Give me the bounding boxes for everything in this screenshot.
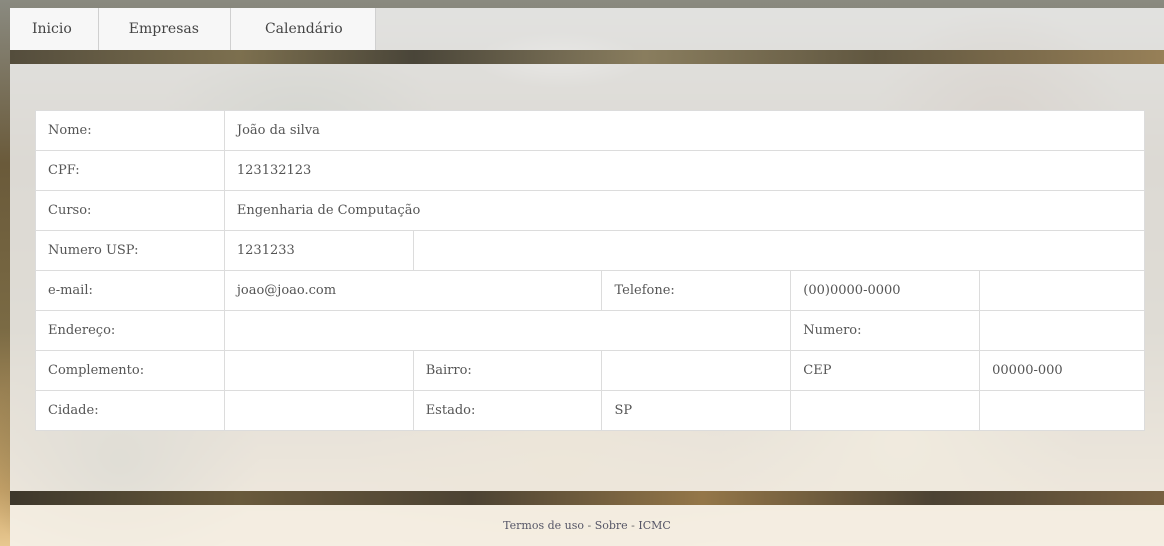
complemento-value: [223, 350, 414, 391]
table-row: Endereço: Numero:: [35, 310, 1145, 351]
bairro-label: Bairro:: [412, 350, 603, 391]
table-row: Complemento: Bairro: CEP 00000-000: [35, 350, 1145, 391]
empty-cell: [979, 270, 1145, 311]
empty-cell: [790, 390, 981, 431]
numero-value: [979, 310, 1145, 351]
curso-value: Engenharia de Computação: [223, 190, 1146, 231]
table-row: Cidade: Estado: SP: [35, 390, 1145, 431]
estado-value: SP: [601, 390, 792, 431]
nav-item-inicio[interactable]: Inicio: [10, 8, 99, 50]
termos-link[interactable]: Termos de uso: [503, 519, 584, 532]
numero-label: Numero:: [790, 310, 981, 351]
page-footer: Termos de uso - Sobre - ICMC: [10, 505, 1164, 546]
cpf-label: CPF:: [35, 150, 225, 191]
email-value: joao@joao.com: [223, 270, 603, 311]
cep-value: 00000-000: [979, 350, 1145, 391]
nome-label: Nome:: [35, 110, 225, 151]
numero-usp-label: Numero USP:: [35, 230, 225, 271]
table-row: Curso: Engenharia de Computação: [35, 190, 1146, 231]
estado-label: Estado:: [412, 390, 603, 431]
empty-cell: [412, 230, 1146, 271]
footer-separator: -: [584, 519, 595, 532]
telefone-label: Telefone:: [601, 270, 792, 311]
telefone-value: (00)0000-0000: [790, 270, 981, 311]
nav-item-empresas[interactable]: Empresas: [99, 8, 231, 50]
email-label: e-mail:: [35, 270, 225, 311]
nome-value: João da silva: [223, 110, 1146, 151]
table-row: e-mail: joao@joao.com Telefone: (00)0000…: [35, 270, 1145, 311]
footer-photo-band: [10, 491, 1164, 505]
bairro-value: [601, 350, 792, 391]
empty-cell: [979, 390, 1145, 431]
curso-label: Curso:: [35, 190, 225, 231]
table-row: CPF: 123132123: [35, 150, 1146, 191]
footer-separator: -: [627, 519, 639, 532]
profile-table: Nome: João da silva CPF: 123132123 Curso…: [35, 110, 1146, 431]
cidade-value: [223, 390, 414, 431]
header-photo-band: [10, 50, 1164, 64]
cpf-value: 123132123: [223, 150, 1146, 191]
table-row: Nome: João da silva: [35, 110, 1146, 151]
main-navbar: Inicio Empresas Calendário: [10, 8, 376, 50]
complemento-label: Complemento:: [35, 350, 225, 391]
cep-label: CEP: [790, 350, 981, 391]
table-row: Numero USP: 1231233: [35, 230, 1146, 271]
endereco-value: [223, 310, 792, 351]
cidade-label: Cidade:: [35, 390, 225, 431]
numero-usp-value: 1231233: [223, 230, 414, 271]
icmc-link[interactable]: ICMC: [638, 519, 670, 532]
sobre-link[interactable]: Sobre: [595, 519, 628, 532]
endereco-label: Endereço:: [35, 310, 225, 351]
nav-item-calendario[interactable]: Calendário: [231, 8, 376, 50]
